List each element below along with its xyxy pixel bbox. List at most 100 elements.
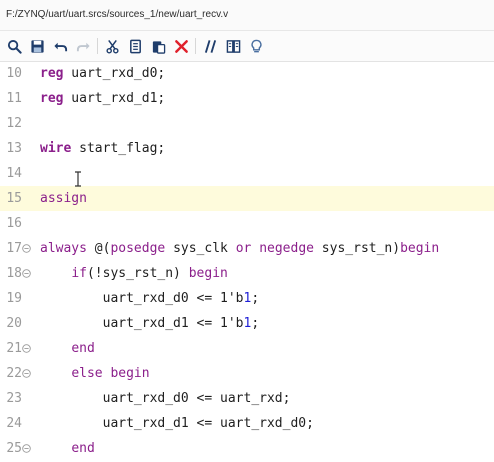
line-number: 17 — [6, 241, 22, 256]
save-icon — [30, 39, 44, 53]
redo-icon — [76, 42, 90, 51]
fold-collapse-icon[interactable] — [22, 269, 31, 278]
code-text: uart_rxd_d1 <= uart_rxd_d0; — [40, 411, 314, 436]
code-line[interactable]: 16 — [0, 211, 494, 236]
code-token: start_flag; — [71, 141, 166, 156]
line-number: 14 — [6, 166, 22, 181]
code-text: uart_rxd_d0 <= 1'b1; — [40, 286, 260, 311]
code-keyword: negedge — [259, 241, 314, 256]
comment-icon — [204, 39, 216, 53]
line-number: 23 — [6, 391, 22, 406]
code-keyword: end — [71, 341, 95, 356]
line-number: 13 — [6, 141, 22, 156]
code-line[interactable]: 23 uart_rxd_d0 <= uart_rxd; — [0, 386, 494, 411]
code-line[interactable]: 15 assign — [0, 186, 494, 211]
code-token: ; — [251, 291, 260, 306]
code-area[interactable]: 10 reg uart_rxd_d0; 11 reg uart_rxd_d1; 12 13… — [0, 61, 494, 462]
code-text: assign — [40, 186, 87, 211]
copy-button[interactable] — [125, 35, 145, 57]
paste-button[interactable] — [148, 35, 168, 57]
code-line[interactable]: 19 uart_rxd_d0 <= 1'b1; — [0, 286, 494, 311]
delete-button[interactable] — [171, 35, 191, 57]
fold-collapse-icon[interactable] — [22, 369, 31, 378]
quick-assist-button[interactable] — [246, 35, 266, 57]
code-line[interactable]: 12 — [0, 111, 494, 136]
code-line[interactable]: 24 uart_rxd_d1 <= uart_rxd_d0; — [0, 411, 494, 436]
code-token: (!sys_rst_n) — [86, 266, 189, 281]
toggle-columns-icon — [226, 39, 240, 53]
line-number: 24 — [6, 416, 22, 431]
code-editor-window: F:/ZYNQ/uart/uart.srcs/sources_1/new/uar… — [0, 0, 494, 462]
code-line[interactable]: 21 end — [0, 336, 494, 361]
code-line[interactable]: 22 else begin — [0, 361, 494, 386]
code-keyword: wire — [40, 141, 72, 156]
code-text: reg uart_rxd_d0; — [40, 61, 165, 86]
code-text: else begin — [40, 361, 150, 386]
line-number: 15 — [6, 191, 22, 206]
code-keyword: begin — [110, 366, 150, 381]
code-line[interactable]: 10 reg uart_rxd_d0; — [0, 61, 494, 86]
text-cursor-icon — [75, 171, 81, 187]
code-text: end — [40, 436, 95, 461]
code-text: end — [40, 336, 95, 361]
line-number: 20 — [6, 316, 22, 331]
code-token: @( — [86, 241, 111, 256]
code-line[interactable]: 17 always @(posedge sys_clk or negedge sy… — [0, 236, 494, 261]
cut-button[interactable] — [102, 35, 122, 57]
line-number: 18 — [6, 266, 22, 281]
code-line[interactable]: 18 if(!sys_rst_n) begin — [0, 261, 494, 286]
code-keyword: end — [71, 441, 95, 456]
paste-icon — [152, 40, 165, 54]
code-token: uart_rxd_d1; — [63, 91, 166, 106]
code-text: if(!sys_rst_n) begin — [40, 261, 228, 286]
delete-icon — [174, 39, 188, 53]
code-text: always @(posedge sys_clk or negedge sys_… — [40, 236, 439, 261]
line-number: 22 — [6, 366, 22, 381]
code-keyword: begin — [188, 266, 228, 281]
fold-end-icon — [22, 344, 31, 353]
code-keyword: if — [71, 266, 87, 281]
toggle-columns-button[interactable] — [223, 35, 243, 57]
fold-collapse-icon[interactable] — [22, 244, 31, 253]
line-number: 21 — [6, 341, 22, 356]
code-text: wire start_flag; — [40, 136, 165, 161]
code-token: uart_rxd_d0; — [63, 66, 166, 81]
code-token: sys_rst_n) — [313, 241, 401, 256]
cut-icon — [105, 39, 119, 53]
code-line[interactable]: 13 wire start_flag; — [0, 136, 494, 161]
save-button[interactable] — [27, 35, 47, 57]
toolbar-separator — [195, 38, 196, 54]
code-text: uart_rxd_d1 <= 1'b1; — [40, 311, 260, 336]
toggle-comment-button[interactable] — [200, 35, 220, 57]
code-keyword: else — [71, 366, 103, 381]
search-icon — [7, 39, 22, 54]
redo-button[interactable] — [73, 35, 93, 57]
code-token: uart_rxd_d0 <= 1'b — [40, 291, 244, 306]
line-number: 11 — [6, 91, 22, 106]
code-line[interactable]: 20 uart_rxd_d1 <= 1'b1; — [0, 311, 494, 336]
code-keyword: posedge — [110, 241, 166, 256]
file-path: F:/ZYNQ/uart/uart.srcs/sources_1/new/uar… — [0, 0, 494, 31]
toolbar-separator — [97, 38, 98, 54]
code-token: sys_clk — [165, 241, 236, 256]
line-number: 12 — [6, 116, 22, 131]
code-keyword: begin — [400, 241, 440, 256]
editor-toolbar — [0, 31, 494, 62]
search-button[interactable] — [4, 35, 24, 57]
lightbulb-icon — [250, 39, 262, 52]
code-token: uart_rxd_d1 <= uart_rxd_d0; — [40, 416, 314, 431]
undo-icon — [53, 42, 67, 51]
line-number: 10 — [6, 66, 22, 81]
code-line[interactable]: 11 reg uart_rxd_d1; — [0, 86, 494, 111]
fold-end-icon — [22, 444, 31, 453]
code-line[interactable]: 25 end — [0, 436, 494, 461]
line-number: 19 — [6, 291, 22, 306]
code-token: uart_rxd_d1 <= 1'b — [40, 316, 244, 331]
undo-button[interactable] — [50, 35, 70, 57]
code-keyword: reg — [40, 66, 64, 81]
code-token: ; — [251, 316, 260, 331]
